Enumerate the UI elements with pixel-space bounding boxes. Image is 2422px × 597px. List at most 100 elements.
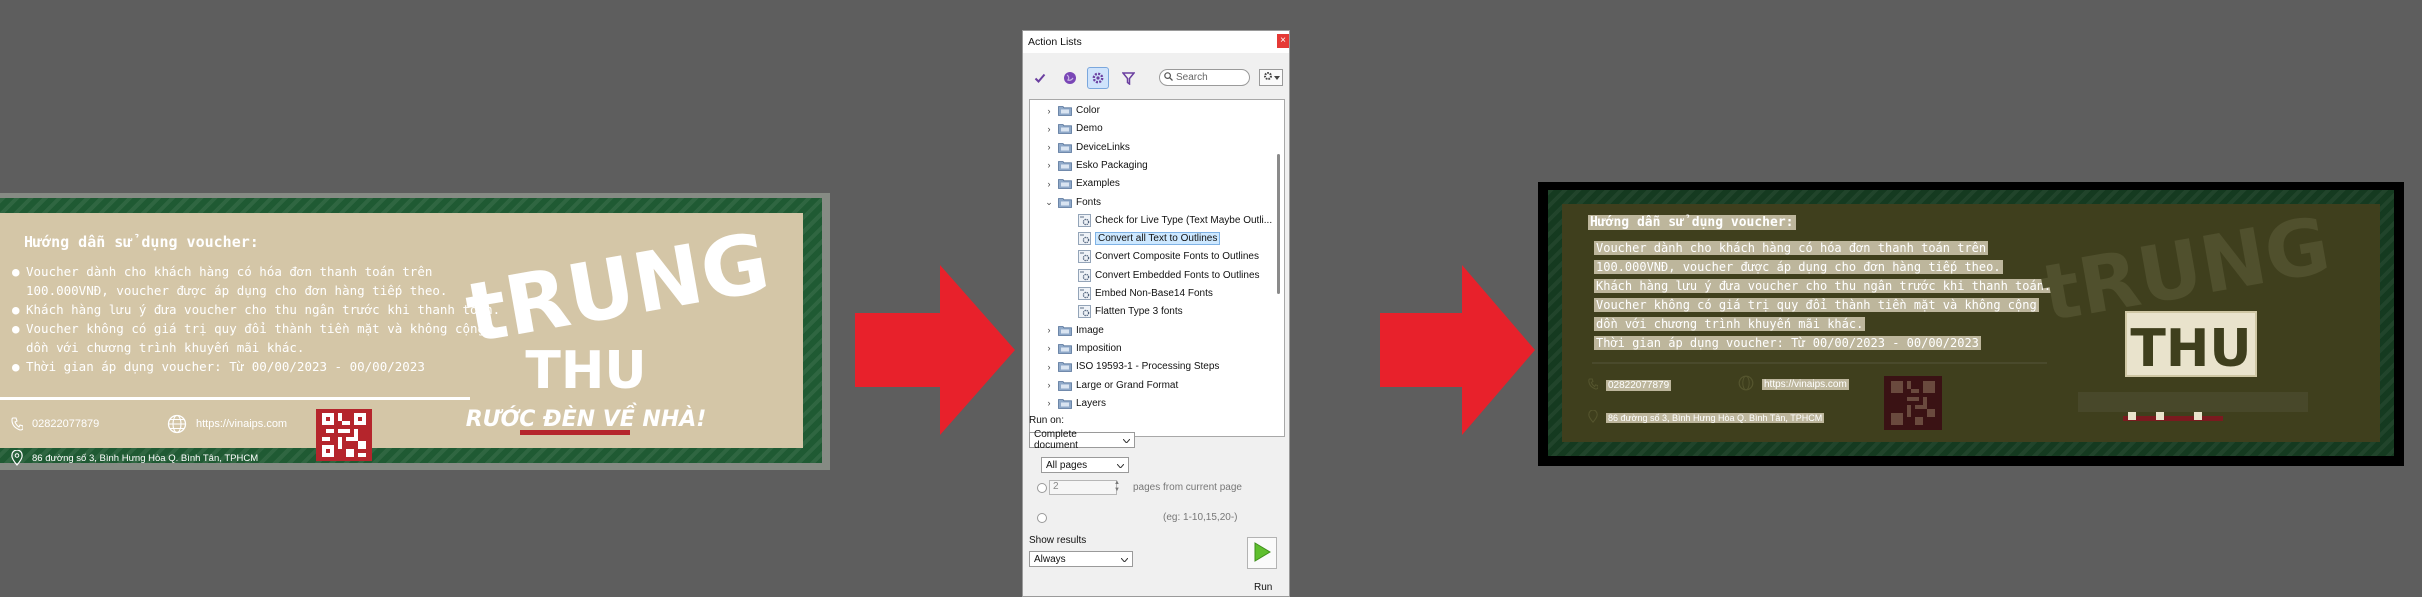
voucher-term-line: Voucher dành cho khách hàng có hóa đơn t… <box>1594 239 2053 258</box>
folder-icon <box>1058 380 1072 391</box>
chevron-right-icon[interactable]: › <box>1044 124 1054 134</box>
tree-folder[interactable]: › Imposition <box>1044 340 1122 357</box>
tree-folder[interactable]: › Image <box>1044 322 1104 339</box>
options-menu-button[interactable] <box>1259 69 1283 86</box>
chevron-right-icon[interactable]: › <box>1044 343 1054 353</box>
chevron-right-icon[interactable]: › <box>1044 362 1054 372</box>
page-range-radio[interactable] <box>1037 513 1047 523</box>
voucher-term-line: 100.000VNĐ, voucher được áp dụng cho đơn… <box>12 281 500 300</box>
bullet-icon: ● <box>12 321 20 336</box>
tree-item-label: Flatten Type 3 fonts <box>1095 306 1183 318</box>
chevron-right-icon[interactable]: › <box>1044 380 1054 390</box>
run-label: Run <box>1254 582 1273 593</box>
folder-icon <box>1058 142 1072 153</box>
action-list-tree[interactable]: › Color › Demo › DeviceLinks › Esko Packaging › E… <box>1029 99 1285 437</box>
tree-item-label: Esko Packaging <box>1076 159 1148 171</box>
tree-scrollbar[interactable] <box>1275 102 1283 434</box>
chevron-right-icon[interactable]: › <box>1044 325 1054 335</box>
action-toolbar <box>1023 65 1289 91</box>
settings-gear-icon <box>1263 71 1273 84</box>
voucher-title: Hướng dẫn sử dụng voucher: <box>1588 215 1796 230</box>
tree-action-item[interactable]: Convert Composite Fonts to Outlines <box>1078 248 1259 265</box>
folder-icon <box>1058 362 1072 373</box>
chevron-right-icon[interactable]: › <box>1044 160 1054 170</box>
chevron-right-icon[interactable]: › <box>1044 142 1054 152</box>
globe-icon[interactable] <box>1059 67 1081 89</box>
pages-count-input[interactable]: 2 <box>1049 480 1117 495</box>
headline-tagline: RƯỚC ĐÈN VỀ NHÀ! <box>466 403 707 432</box>
tree-item-label: Convert all Text to Outlines <box>1095 232 1221 246</box>
arrow-right-icon <box>855 265 1015 435</box>
voucher-term-line: Thời gian áp dụng voucher: Từ 00/00/2023… <box>1594 334 2053 353</box>
chevron-right-icon[interactable]: › <box>1044 106 1054 116</box>
tree-folder[interactable]: › Examples <box>1044 175 1120 192</box>
tree-action-item[interactable]: Check for Live Type (Text Maybe Outli... <box>1078 212 1272 229</box>
qr-code <box>316 409 372 461</box>
search-field[interactable] <box>1159 69 1250 86</box>
chevron-down-icon <box>1273 72 1280 83</box>
pages-count-stepper[interactable]: ▲ ▼ <box>1113 480 1121 495</box>
chevron-down-icon <box>1116 460 1125 471</box>
tree-folder[interactable]: › Layers <box>1044 395 1107 412</box>
voucher-term-text: Voucher dành cho khách hàng có hóa đơn t… <box>26 264 433 279</box>
pages-select[interactable]: All pages <box>1041 457 1129 473</box>
tree-action-item[interactable]: Convert Embedded Fonts to Outlines <box>1078 267 1260 284</box>
scrollbar-thumb[interactable] <box>1277 154 1280 294</box>
voucher-term-line: dồn với chương trình khuyến mãi khác. <box>1594 315 2053 334</box>
voucher-phone-text: 02822077879 <box>1606 380 1672 391</box>
run-button[interactable] <box>1247 537 1277 569</box>
voucher-term-line: ● Voucher dành cho khách hàng có hóa đơn … <box>12 262 500 281</box>
tree-item-label: Layers <box>1076 397 1107 409</box>
folder-icon <box>1058 124 1072 135</box>
headline-thu: THU <box>2130 319 2251 379</box>
tree-folder[interactable]: ⌄ Fonts <box>1044 194 1101 211</box>
tree-item-label: Fonts <box>1076 196 1102 208</box>
chevron-right-icon[interactable]: › <box>1044 179 1054 189</box>
voucher-phone: 02822077879 <box>10 416 99 432</box>
folder-icon <box>1058 106 1072 116</box>
action-gear-icon <box>1078 250 1091 264</box>
voucher-website: https://vinaips.com <box>166 413 287 435</box>
run-on-value: Complete document <box>1034 429 1078 451</box>
voucher-terms-list: Voucher dành cho khách hàng có hóa đơn t… <box>1594 239 2054 353</box>
show-results-value: Always <box>1034 553 1066 565</box>
tree-folder[interactable]: › DeviceLinks <box>1044 139 1130 156</box>
chevron-right-icon[interactable]: › <box>1044 398 1054 408</box>
tree-action-item[interactable]: Flatten Type 3 fonts <box>1078 303 1183 320</box>
tree-folder[interactable]: › Demo <box>1044 120 1103 137</box>
tree-folder[interactable]: › ISO 19593-1 - Processing Steps <box>1044 358 1220 375</box>
chevron-down-icon[interactable]: ⌄ <box>1044 197 1054 208</box>
trung-thu-headline-art: tRUNG THU <box>2035 204 2337 421</box>
voucher-phone-text: 02822077879 <box>32 418 100 430</box>
tagline-underline <box>2123 416 2223 421</box>
voucher-terms-list: ● Voucher dành cho khách hàng có hóa đơn … <box>12 262 500 376</box>
voucher-term-line: ● Thời gian áp dụng voucher: Từ 00/00/202… <box>12 357 500 376</box>
tree-item-label: Imposition <box>1076 342 1122 354</box>
phone-icon <box>10 416 24 432</box>
tree-item-label: ISO 19593-1 - Processing Steps <box>1076 361 1220 373</box>
checkmark-icon[interactable] <box>1029 67 1051 89</box>
voucher-term-text: Khách hàng lưu ý đưa voucher cho thu ngâ… <box>1594 279 2054 293</box>
tree-folder[interactable]: › Color <box>1044 102 1100 119</box>
tree-folder[interactable]: › Esko Packaging <box>1044 157 1148 174</box>
close-button[interactable]: × <box>1277 34 1289 48</box>
voucher-phone: 02822077879 <box>1588 378 1672 393</box>
gear-icon[interactable] <box>1087 67 1109 89</box>
pages-from-current-radio[interactable] <box>1037 483 1047 493</box>
filter-icon[interactable] <box>1117 67 1139 89</box>
show-results-select[interactable]: Always <box>1029 551 1133 567</box>
voucher-term-line: ● Khách hàng lưu ý đưa voucher cho thu ng… <box>12 300 500 319</box>
tree-folder[interactable]: › Large or Grand Format <box>1044 377 1179 394</box>
tree-action-item[interactable]: Convert all Text to Outlines <box>1078 230 1221 247</box>
action-gear-icon <box>1078 213 1091 227</box>
voucher-title: Hướng dẫn sử dụng voucher: <box>24 233 259 251</box>
folder-icon <box>1058 160 1072 171</box>
globe-icon <box>166 413 188 435</box>
tree-item-label: Convert Composite Fonts to Outlines <box>1095 251 1259 263</box>
tree-item-label: Embed Non-Base14 Fonts <box>1095 288 1213 299</box>
search-input[interactable] <box>1176 72 1236 83</box>
tagline-underline <box>520 430 630 435</box>
tree-action-item[interactable]: Embed Non-Base14 Fonts <box>1078 285 1213 302</box>
arrow-right-icon <box>1380 265 1535 435</box>
run-on-select[interactable]: Complete document <box>1029 429 1135 451</box>
